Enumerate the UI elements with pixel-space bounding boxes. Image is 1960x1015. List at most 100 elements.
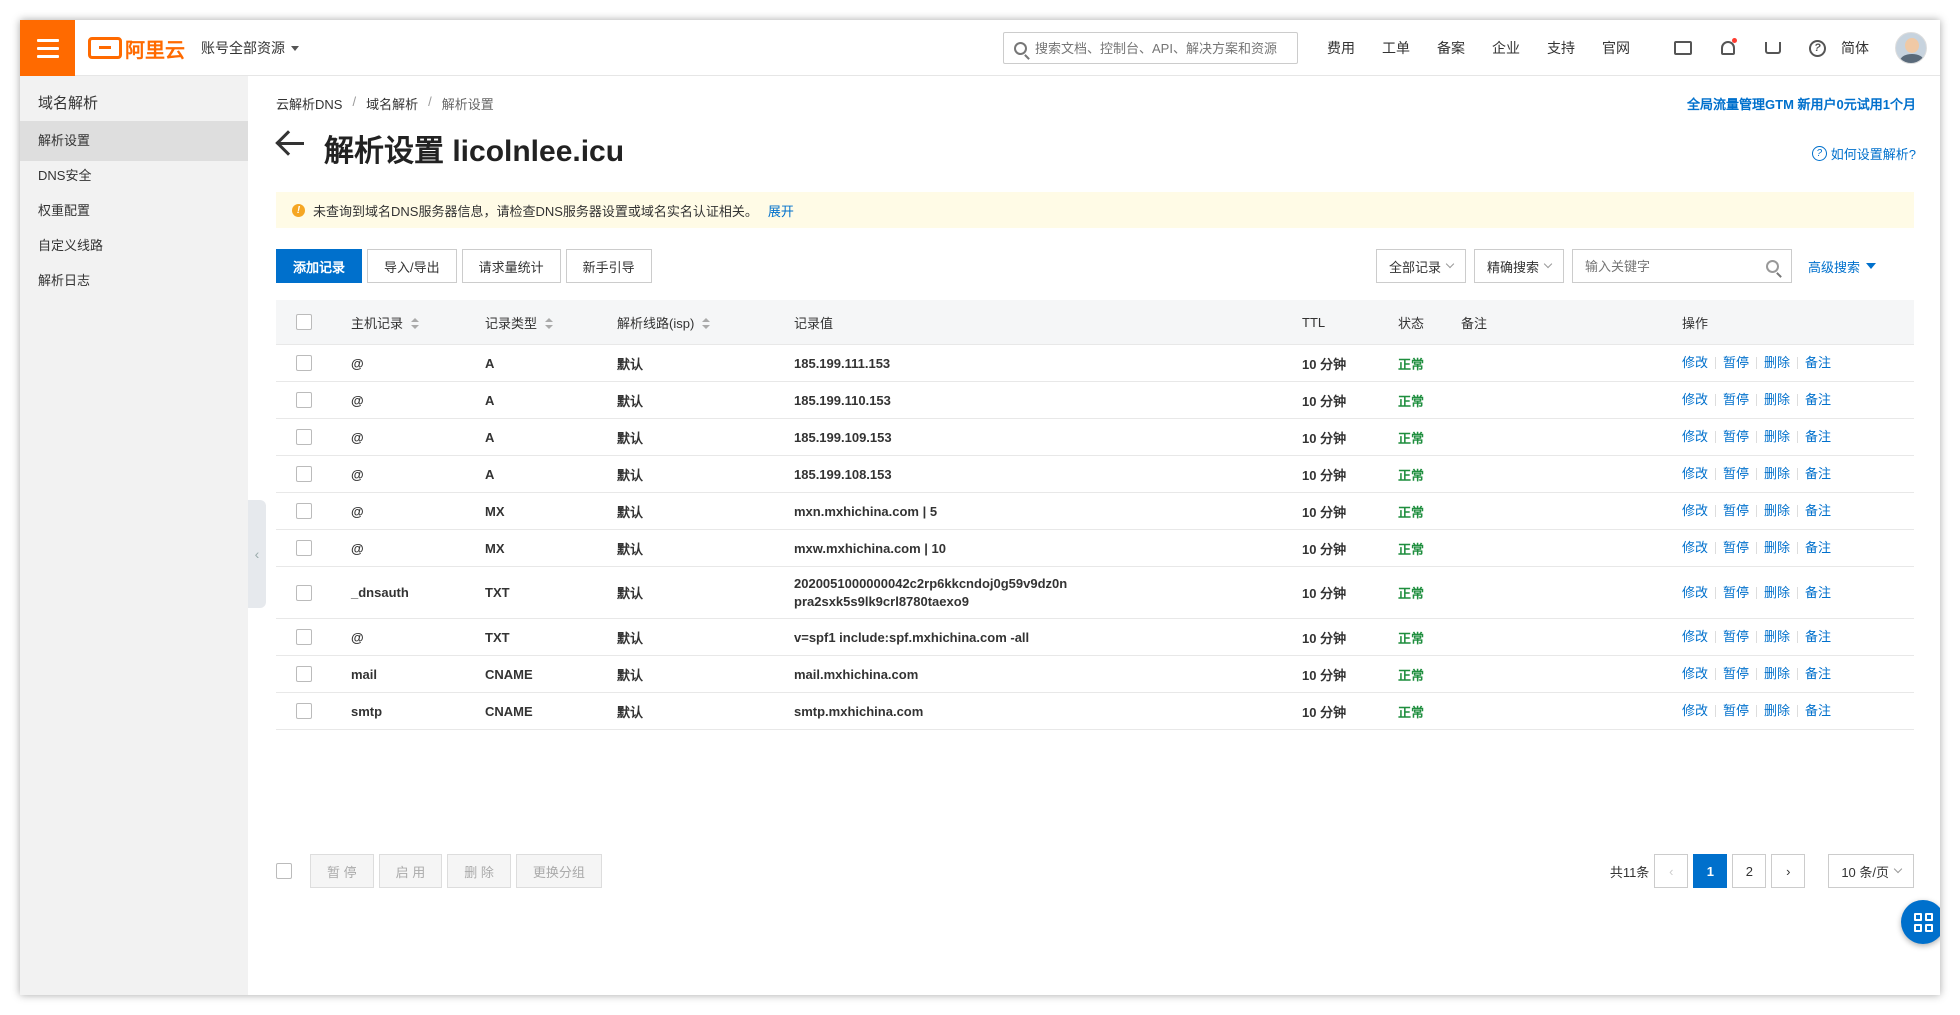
delete-link[interactable]: 删除 xyxy=(1756,704,1797,717)
hamburger-menu-icon[interactable] xyxy=(20,20,75,76)
batch-enable-button[interactable]: 启 用 xyxy=(378,854,443,888)
sort-icon[interactable] xyxy=(545,318,554,330)
delete-link[interactable]: 删除 xyxy=(1756,630,1797,643)
pause-link[interactable]: 暂停 xyxy=(1715,356,1756,369)
bell-icon[interactable] xyxy=(1705,36,1750,60)
delete-link[interactable]: 删除 xyxy=(1756,393,1797,406)
breadcrumb-item[interactable]: 域名解析 xyxy=(366,94,418,113)
delete-link[interactable]: 删除 xyxy=(1756,586,1797,599)
search-mode-select[interactable]: 精确搜索 xyxy=(1474,249,1565,283)
language-switch[interactable]: 简体 xyxy=(1841,38,1869,58)
row-checkbox[interactable] xyxy=(296,666,312,682)
remark-link[interactable]: 备注 xyxy=(1797,504,1838,517)
delete-link[interactable]: 删除 xyxy=(1756,430,1797,443)
sort-icon[interactable] xyxy=(702,318,711,330)
select-all-checkbox[interactable] xyxy=(296,314,312,330)
edit-link[interactable]: 修改 xyxy=(1682,667,1715,680)
pause-link[interactable]: 暂停 xyxy=(1715,667,1756,680)
batch-delete-button[interactable]: 删 除 xyxy=(447,854,511,888)
row-checkbox[interactable] xyxy=(296,392,312,408)
page-size-select[interactable]: 10 条/页 xyxy=(1828,854,1914,888)
pause-link[interactable]: 暂停 xyxy=(1715,504,1756,517)
remark-link[interactable]: 备注 xyxy=(1797,704,1838,717)
account-scope-dropdown[interactable]: 账号全部资源 xyxy=(201,38,299,58)
pause-link[interactable]: 暂停 xyxy=(1715,630,1756,643)
import-export-button[interactable]: 导入/导出 xyxy=(367,249,457,283)
delete-link[interactable]: 删除 xyxy=(1756,467,1797,480)
edit-link[interactable]: 修改 xyxy=(1682,630,1715,643)
edit-link[interactable]: 修改 xyxy=(1682,467,1715,480)
sidebar-item-weight-config[interactable]: 权重配置 xyxy=(20,191,248,231)
sidebar-item-resolve-logs[interactable]: 解析日志 xyxy=(20,261,248,301)
nav-icp[interactable]: 备案 xyxy=(1437,38,1492,58)
nav-billing[interactable]: 费用 xyxy=(1327,38,1382,58)
record-filter-select[interactable]: 全部记录 xyxy=(1376,249,1467,283)
back-arrow-icon[interactable] xyxy=(275,130,308,156)
col-type[interactable]: 记录类型 xyxy=(485,313,617,332)
request-stats-button[interactable]: 请求量统计 xyxy=(461,249,561,283)
remark-link[interactable]: 备注 xyxy=(1797,630,1838,643)
delete-link[interactable]: 删除 xyxy=(1756,541,1797,554)
remark-link[interactable]: 备注 xyxy=(1797,356,1838,369)
remark-link[interactable]: 备注 xyxy=(1797,430,1838,443)
delete-link[interactable]: 删除 xyxy=(1756,504,1797,517)
global-search-input[interactable] xyxy=(1035,40,1285,56)
change-group-button[interactable]: 更换分组 xyxy=(515,854,602,888)
row-checkbox[interactable] xyxy=(296,629,312,645)
edit-link[interactable]: 修改 xyxy=(1682,504,1715,517)
pause-link[interactable]: 暂停 xyxy=(1715,430,1756,443)
nav-tickets[interactable]: 工单 xyxy=(1382,38,1437,58)
pause-link[interactable]: 暂停 xyxy=(1715,393,1756,406)
row-checkbox[interactable] xyxy=(296,355,312,371)
page-button[interactable]: 2 xyxy=(1732,854,1767,888)
nav-support[interactable]: 支持 xyxy=(1547,38,1602,58)
help-link[interactable]: ? 如何设置解析? xyxy=(1811,144,1916,163)
row-checkbox[interactable] xyxy=(296,466,312,482)
col-line[interactable]: 解析线路(isp) xyxy=(617,313,794,332)
apps-grid-icon[interactable] xyxy=(1901,900,1940,944)
global-search[interactable] xyxy=(1003,32,1298,64)
sidebar-item-resolve-settings[interactable]: 解析设置 xyxy=(20,121,248,161)
sidebar-collapse-icon[interactable]: ‹ xyxy=(248,500,266,608)
expand-link[interactable]: 展开 xyxy=(768,201,794,220)
sidebar-item-custom-lines[interactable]: 自定义线路 xyxy=(20,226,248,266)
keyword-search[interactable] xyxy=(1572,249,1793,283)
beginner-guide-button[interactable]: 新手引导 xyxy=(565,249,652,283)
remark-link[interactable]: 备注 xyxy=(1797,541,1838,554)
col-host[interactable]: 主机记录 xyxy=(351,313,485,332)
row-checkbox[interactable] xyxy=(296,703,312,719)
edit-link[interactable]: 修改 xyxy=(1682,393,1715,406)
aliyun-logo[interactable]: 阿里云 xyxy=(88,34,185,62)
next-page-icon[interactable]: › xyxy=(1771,854,1806,888)
pause-link[interactable]: 暂停 xyxy=(1715,704,1756,717)
remark-link[interactable]: 备注 xyxy=(1797,467,1838,480)
row-checkbox[interactable] xyxy=(296,540,312,556)
search-icon[interactable] xyxy=(1766,259,1780,273)
pause-link[interactable]: 暂停 xyxy=(1715,541,1756,554)
pause-link[interactable]: 暂停 xyxy=(1715,467,1756,480)
terminal-icon[interactable] xyxy=(1660,36,1705,60)
advanced-search-toggle[interactable]: 高级搜索 xyxy=(1808,257,1877,276)
row-checkbox[interactable] xyxy=(296,584,312,601)
sidebar-item-dns-security[interactable]: DNS安全 xyxy=(20,156,248,196)
pause-link[interactable]: 暂停 xyxy=(1715,586,1756,599)
footer-select-all-checkbox[interactable] xyxy=(276,863,292,879)
row-checkbox[interactable] xyxy=(296,429,312,445)
nav-website[interactable]: 官网 xyxy=(1602,38,1657,58)
delete-link[interactable]: 删除 xyxy=(1756,356,1797,369)
keyword-input[interactable] xyxy=(1585,258,1746,274)
batch-pause-button[interactable]: 暂 停 xyxy=(310,854,374,888)
breadcrumb-item[interactable]: 云解析DNS xyxy=(276,94,342,113)
page-button[interactable]: 1 xyxy=(1693,854,1728,888)
edit-link[interactable]: 修改 xyxy=(1682,586,1715,599)
row-checkbox[interactable] xyxy=(296,503,312,519)
remark-link[interactable]: 备注 xyxy=(1797,667,1838,680)
cart-icon[interactable] xyxy=(1750,36,1795,60)
remark-link[interactable]: 备注 xyxy=(1797,393,1838,406)
edit-link[interactable]: 修改 xyxy=(1682,356,1715,369)
edit-link[interactable]: 修改 xyxy=(1682,541,1715,554)
prev-page-icon[interactable]: ‹ xyxy=(1654,854,1689,888)
delete-link[interactable]: 删除 xyxy=(1756,667,1797,680)
edit-link[interactable]: 修改 xyxy=(1682,704,1715,717)
edit-link[interactable]: 修改 xyxy=(1682,430,1715,443)
